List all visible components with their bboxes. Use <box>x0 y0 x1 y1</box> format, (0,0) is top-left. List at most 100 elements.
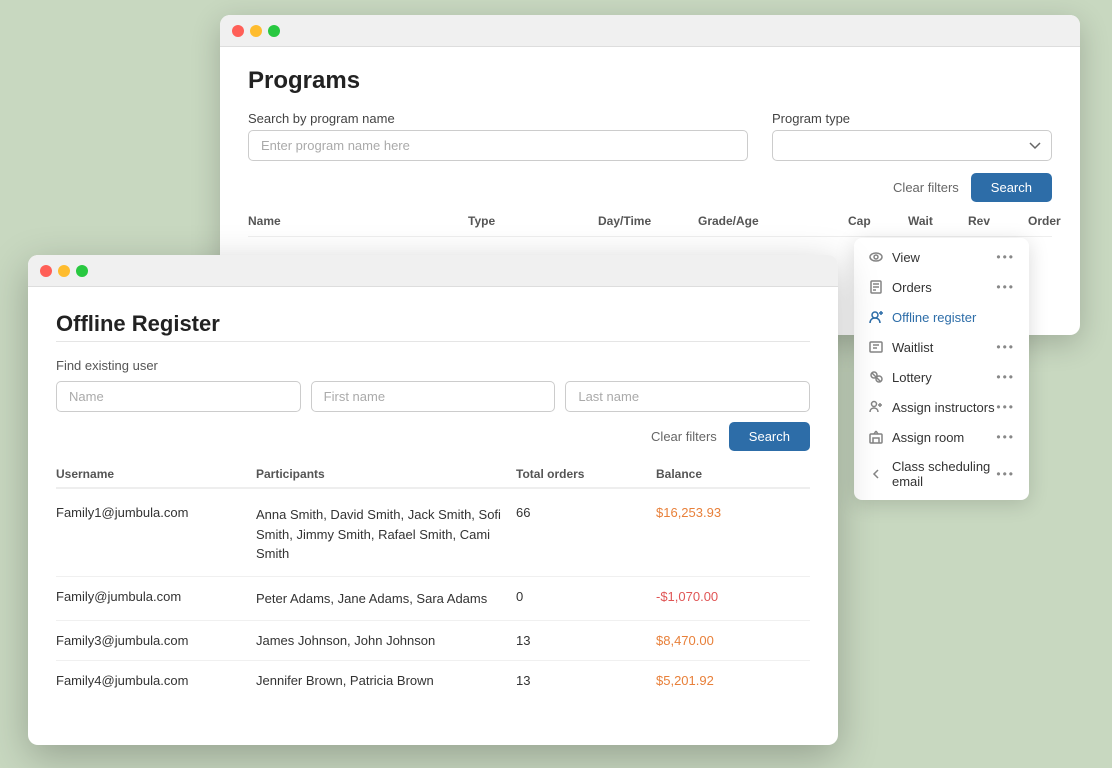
context-menu: View ••• Orders ••• Offline register <box>854 238 1029 500</box>
menu-orders-dots[interactable]: ••• <box>996 280 1015 294</box>
fg-filter-actions: Clear filters Search <box>56 422 810 451</box>
user-row-4-register[interactable]: Register <box>806 673 838 688</box>
user-row-1-balance: $16,253.93 <box>656 505 806 520</box>
user-row-4-participants: Jennifer Brown, Patricia Brown <box>256 673 516 688</box>
menu-assign-instructors-label: Assign instructors <box>892 400 995 415</box>
program-type-label: Program type <box>772 111 1052 126</box>
user-row-1: Family1@jumbula.com Anna Smith, David Sm… <box>56 493 810 577</box>
user-row-1-username: Family1@jumbula.com <box>56 505 256 520</box>
chevron-left-icon <box>868 466 884 482</box>
search-by-name-field: Search by program name <box>248 111 748 161</box>
menu-orders-label: Orders <box>892 280 932 295</box>
program-type-field: Program type <box>772 111 1052 161</box>
user-row-3-participants: James Johnson, John Johnson <box>256 633 516 648</box>
menu-lottery-label: Lottery <box>892 370 932 385</box>
program-name-input[interactable] <box>248 130 748 161</box>
user-row-3-register[interactable]: Register <box>806 633 838 648</box>
col-type: Type <box>468 214 598 228</box>
menu-waitlist-label: Waitlist <box>892 340 933 355</box>
menu-item-lottery[interactable]: Lottery ••• <box>854 362 1029 392</box>
offline-register-icon <box>868 309 884 325</box>
menu-item-assign-room[interactable]: Assign room ••• <box>854 422 1029 452</box>
menu-offline-register-label: Offline register <box>892 310 976 325</box>
title-divider <box>56 341 810 342</box>
filter-actions: Clear filters Search <box>248 173 1052 202</box>
menu-item-class-scheduling-email[interactable]: Class scheduling email ••• <box>854 452 1029 496</box>
menu-item-view[interactable]: View ••• <box>854 242 1029 272</box>
maximize-dot[interactable] <box>268 25 280 37</box>
user-row-2-username: Family@jumbula.com <box>56 589 256 604</box>
user-row-4-total-orders: 13 <box>516 673 656 688</box>
menu-item-waitlist[interactable]: Waitlist ••• <box>854 332 1029 362</box>
user-row-2-balance: -$1,070.00 <box>656 589 806 604</box>
menu-assign-instructors-dots[interactable]: ••• <box>996 400 1015 414</box>
menu-class-email-dots[interactable]: ••• <box>996 467 1015 481</box>
find-user-label: Find existing user <box>56 358 810 373</box>
menu-item-orders[interactable]: Orders ••• <box>854 272 1029 302</box>
user-row-4-balance: $5,201.92 <box>656 673 806 688</box>
user-row-3-total-orders: 13 <box>516 633 656 648</box>
search-button[interactable]: Search <box>971 173 1052 202</box>
menu-assign-room-label: Assign room <box>892 430 964 445</box>
menu-assign-room-dots[interactable]: ••• <box>996 430 1015 444</box>
fg-clear-filters-link[interactable]: Clear filters <box>651 429 717 444</box>
col-name: Name <box>248 214 468 228</box>
user-row-2-total-orders: 0 <box>516 589 656 604</box>
user-row-2-register[interactable]: Register <box>806 589 838 604</box>
menu-lottery-dots[interactable]: ••• <box>996 370 1015 384</box>
col-rev: Rev <box>968 214 1028 228</box>
uth-total-orders: Total orders <box>516 467 656 481</box>
col-wait: Wait <box>908 214 968 228</box>
col-order: Order <box>1028 214 1080 228</box>
uth-balance: Balance <box>656 467 806 481</box>
menu-view-dots[interactable]: ••• <box>996 250 1015 264</box>
offline-register-title: Offline Register <box>56 311 810 337</box>
uth-username: Username <box>56 467 256 481</box>
user-row-1-register[interactable]: Register <box>806 505 838 520</box>
first-name-input[interactable] <box>311 381 556 412</box>
user-search-fields <box>56 381 810 412</box>
minimize-dot-fg[interactable] <box>58 265 70 277</box>
user-row-2-participants: Peter Adams, Jane Adams, Sara Adams <box>256 589 516 609</box>
clear-filters-link[interactable]: Clear filters <box>893 180 959 195</box>
name-input[interactable] <box>56 381 301 412</box>
receipt-icon <box>868 279 884 295</box>
search-label: Search by program name <box>248 111 748 126</box>
menu-item-offline-register[interactable]: Offline register <box>854 302 1029 332</box>
col-gradeage: Grade/Age <box>698 214 848 228</box>
table-header: Name Type Day/Time Grade/Age Cap Wait Re… <box>248 214 1052 237</box>
menu-view-label: View <box>892 250 920 265</box>
lottery-icon <box>868 369 884 385</box>
user-row-4-username: Family4@jumbula.com <box>56 673 256 688</box>
last-name-input[interactable] <box>565 381 810 412</box>
page-title: Programs <box>248 67 1052 95</box>
titlebar-fg <box>28 255 838 287</box>
maximize-dot-fg[interactable] <box>76 265 88 277</box>
fg-search-button[interactable]: Search <box>729 422 810 451</box>
menu-class-scheduling-email-label: Class scheduling email <box>892 459 996 489</box>
user-table-header: Username Participants Total orders Balan… <box>56 467 810 489</box>
user-row-1-total-orders: 66 <box>516 505 656 520</box>
program-type-select[interactable] <box>772 130 1052 161</box>
col-daytime: Day/Time <box>598 214 698 228</box>
user-row-3: Family3@jumbula.com James Johnson, John … <box>56 621 810 661</box>
assign-instructors-icon <box>868 399 884 415</box>
menu-item-assign-instructors[interactable]: Assign instructors ••• <box>854 392 1029 422</box>
user-row-1-participants: Anna Smith, David Smith, Jack Smith, Sof… <box>256 505 516 564</box>
menu-waitlist-dots[interactable]: ••• <box>996 340 1015 354</box>
uth-participants: Participants <box>256 467 516 481</box>
offline-register-window: Offline Register Find existing user Clea… <box>28 255 838 745</box>
titlebar-bg <box>220 15 1080 47</box>
eye-icon <box>868 249 884 265</box>
close-dot-fg[interactable] <box>40 265 52 277</box>
waitlist-icon <box>868 339 884 355</box>
col-cap: Cap <box>848 214 908 228</box>
user-row-3-username: Family3@jumbula.com <box>56 633 256 648</box>
user-row-3-balance: $8,470.00 <box>656 633 806 648</box>
uth-action: Action <box>806 467 838 481</box>
assign-room-icon <box>868 429 884 445</box>
user-row-2: Family@jumbula.com Peter Adams, Jane Ada… <box>56 577 810 622</box>
close-dot[interactable] <box>232 25 244 37</box>
user-row-4: Family4@jumbula.com Jennifer Brown, Patr… <box>56 661 810 700</box>
minimize-dot[interactable] <box>250 25 262 37</box>
